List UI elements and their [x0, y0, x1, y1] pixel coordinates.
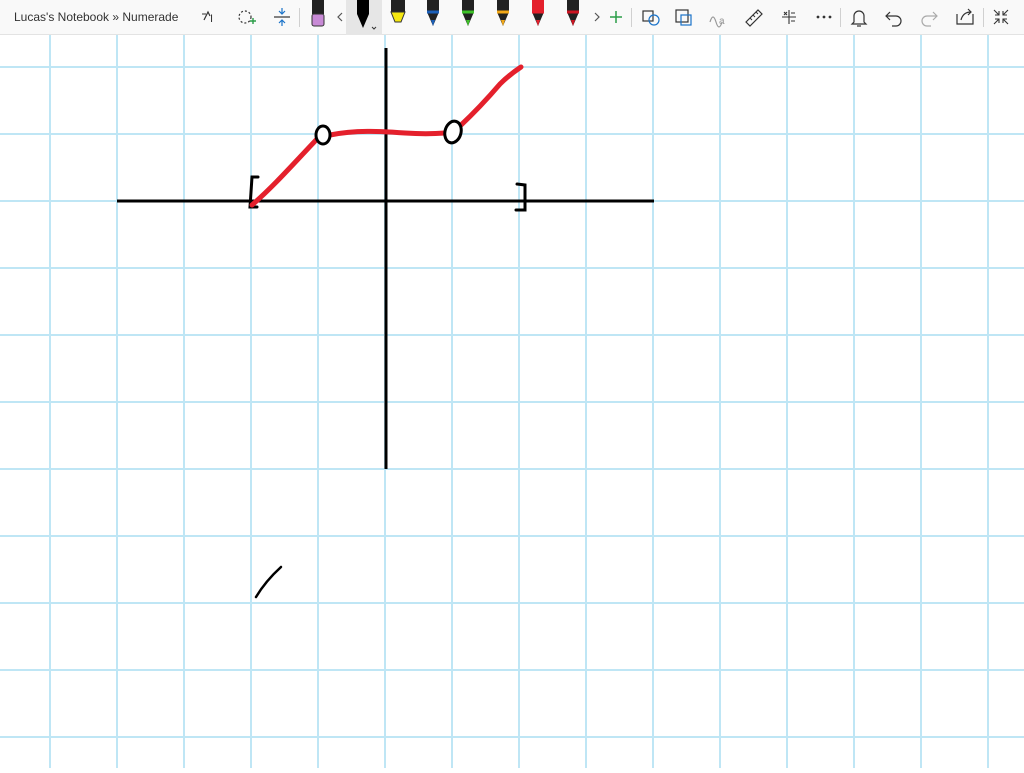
bell-icon[interactable]: [847, 0, 871, 35]
red-curve-segment-right: [457, 64, 524, 129]
lasso-select-icon[interactable]: I: [198, 0, 222, 35]
red-glitter-pen-icon[interactable]: [526, 0, 550, 35]
open-circle-right: [443, 119, 463, 145]
redo-icon[interactable]: [917, 0, 941, 35]
svg-text:a: a: [719, 16, 725, 27]
grid-lines: [0, 35, 1024, 768]
drawing-canvas[interactable]: [0, 35, 1024, 768]
grid-paper: [0, 35, 1024, 768]
ink-to-shape-icon[interactable]: [672, 0, 696, 35]
yellow-highlighter-icon[interactable]: [386, 0, 410, 35]
blue-pen-icon[interactable]: [421, 0, 445, 35]
svg-text:I: I: [210, 13, 213, 25]
page-title: Lucas's Notebook » Numerade: [14, 10, 179, 24]
green-pen-icon[interactable]: [456, 0, 480, 35]
red-curve-segment-left: [249, 135, 321, 208]
orange-pen-icon[interactable]: [491, 0, 515, 35]
scroll-left-chevron-icon[interactable]: [334, 0, 346, 35]
ink-stroke: [254, 565, 283, 599]
eraser-icon[interactable]: [308, 0, 328, 35]
red-pen-icon[interactable]: [561, 0, 585, 35]
ink-to-text-icon[interactable]: a: [706, 0, 730, 35]
insert-space-icon[interactable]: [270, 0, 294, 35]
ruler-icon[interactable]: [742, 0, 766, 35]
undo-icon[interactable]: [882, 0, 906, 35]
black-pen-icon[interactable]: [346, 0, 382, 35]
share-icon[interactable]: [953, 0, 977, 35]
right-bracket: [514, 182, 527, 212]
add-pen-icon[interactable]: [606, 0, 626, 35]
open-circle-left: [314, 124, 332, 146]
scroll-right-chevron-icon[interactable]: [591, 0, 603, 35]
add-shape-icon[interactable]: [234, 0, 258, 35]
more-icon[interactable]: [812, 0, 836, 35]
shapes-icon[interactable]: [639, 0, 663, 35]
math-icon[interactable]: [777, 0, 801, 35]
ribbon-toolbar: Lucas's Notebook » Numerade I a: [0, 0, 1024, 35]
collapse-icon[interactable]: [989, 0, 1013, 35]
